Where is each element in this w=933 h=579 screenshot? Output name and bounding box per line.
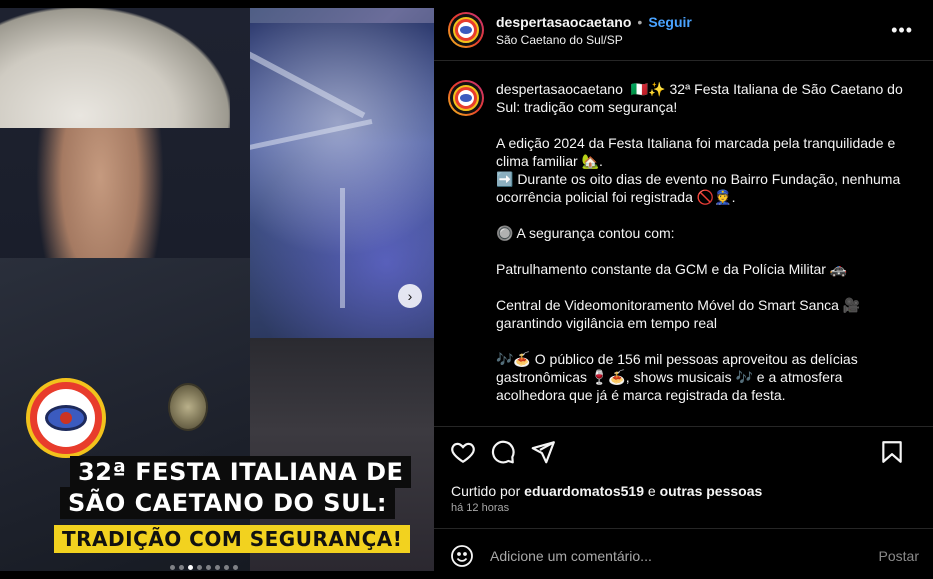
carousel-dot (179, 565, 184, 570)
post-comment-button[interactable]: Postar (879, 548, 919, 564)
share-icon[interactable] (530, 439, 556, 465)
likes-others-link[interactable]: outras pessoas (660, 483, 763, 499)
action-bar (450, 438, 919, 466)
divider (434, 528, 933, 529)
more-options-icon[interactable]: ••• (891, 20, 913, 41)
carousel-dot (170, 565, 175, 570)
avatar[interactable] (448, 12, 484, 48)
separator: • (637, 13, 643, 30)
emoji-icon[interactable] (450, 544, 474, 568)
despertador-logo (26, 378, 106, 458)
carousel-dots (170, 565, 238, 570)
post-header: despertasaocaetano • Seguir São Caetano … (448, 10, 919, 50)
comment-icon[interactable] (490, 439, 516, 465)
post-image[interactable]: 32ª FESTA ITALIANA DE SÃO CAETANO DO SUL… (0, 8, 434, 571)
caption-paragraph: Patrulhamento constante da GCM e da Polí… (496, 261, 848, 277)
carousel-dot (188, 565, 193, 570)
stage-truss (340, 188, 345, 308)
likes-summary: Curtido por eduardomatos519 e outras pes… (451, 483, 762, 499)
officer-helmet (0, 8, 230, 128)
likes-user-link[interactable]: eduardomatos519 (524, 483, 644, 499)
caption-area: despertasaocaetano 🇮🇹✨ 32ª Festa Italian… (448, 80, 909, 420)
divider (434, 60, 933, 61)
overlay-title-line-3: TRADIÇÃO COM SEGURANÇA! (54, 525, 411, 553)
avatar[interactable] (448, 80, 484, 116)
heart-icon[interactable] (450, 439, 476, 465)
carousel-dot (206, 565, 211, 570)
follow-button[interactable]: Seguir (648, 14, 692, 30)
bookmark-icon[interactable] (879, 439, 905, 465)
comment-input[interactable]: Adicione um comentário... (490, 548, 652, 564)
next-slide-button[interactable]: › (398, 284, 422, 308)
likes-conj: e (647, 483, 656, 499)
carousel-dot (215, 565, 220, 570)
divider (434, 426, 933, 427)
carousel-dot (224, 565, 229, 570)
author-username[interactable]: despertasaocaetano (496, 14, 631, 30)
post-timestamp[interactable]: há 12 horas (451, 502, 509, 514)
post-panel: despertasaocaetano • Seguir São Caetano … (434, 0, 933, 579)
likes-prefix: Curtido por (451, 483, 521, 499)
carousel-dot (197, 565, 202, 570)
caption-paragraph: 🔘 A segurança contou com: (496, 225, 675, 241)
caption-paragraph: 🎶🍝 O público de 156 mil pessoas aproveit… (496, 351, 858, 403)
uniform-patch (168, 383, 208, 431)
caption-paragraph: A edição 2024 da Festa Italiana foi marc… (496, 135, 896, 169)
caption-paragraph: ➡️ Durante os oito dias de evento no Bai… (496, 171, 901, 205)
caption: despertasaocaetano 🇮🇹✨ 32ª Festa Italian… (496, 80, 906, 420)
location-link[interactable]: São Caetano do Sul/SP (496, 33, 692, 47)
comment-bar: Adicione um comentário... Postar (450, 542, 919, 570)
caption-paragraph: Central de Videomonitoramento Móvel do S… (496, 297, 861, 331)
caption-username[interactable]: despertasaocaetano (496, 81, 623, 97)
carousel-dot (233, 565, 238, 570)
overlay-title-line-1: 32ª FESTA ITALIANA DE (70, 456, 412, 488)
overlay-title-line-2: SÃO CAETANO DO SUL: (60, 487, 395, 519)
